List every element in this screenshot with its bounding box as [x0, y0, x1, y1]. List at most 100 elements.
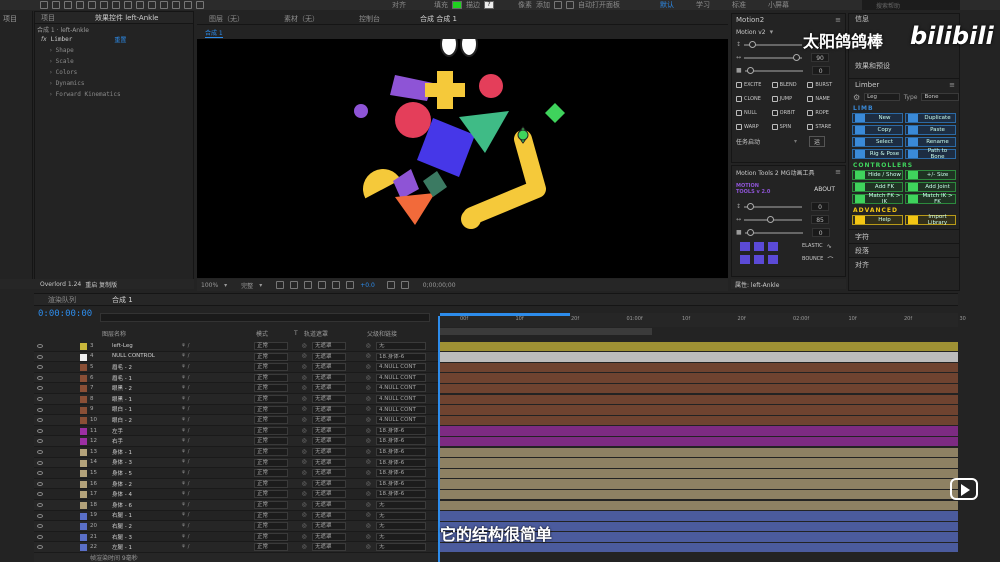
- spiral-icon[interactable]: ◎: [302, 396, 307, 402]
- limber--size-button[interactable]: +/- Size: [905, 170, 956, 180]
- table-row[interactable]: 15 身体 - 5 ⚘ / 正常 ◎ 无遮罩 ◎ 18.身体-6: [34, 468, 438, 479]
- table-row[interactable]: 11 左手 ⚘ / 正常 ◎ 无遮罩 ◎ 18.身体-6: [34, 425, 438, 437]
- col-mode[interactable]: 模式: [256, 329, 268, 338]
- col-track-matte[interactable]: 轨道遮罩: [304, 329, 328, 338]
- table-row[interactable]: 3 left-Leg ⚘ / 正常 ◎ 无遮罩 ◎ 无: [34, 341, 438, 352]
- info-label[interactable]: 信息: [855, 14, 869, 24]
- eye-icon[interactable]: [37, 534, 43, 539]
- limber-path-to-bone-button[interactable]: Path to Bone: [905, 148, 956, 160]
- label-color-swatch[interactable]: [80, 459, 87, 467]
- parent-select[interactable]: 18.身体-6: [376, 352, 426, 361]
- pick-whip-icon[interactable]: ◎: [366, 523, 371, 529]
- label-color-swatch[interactable]: [80, 364, 87, 372]
- pick-whip-icon[interactable]: ◎: [366, 364, 371, 370]
- layer-name[interactable]: 眼黑 - 1: [112, 395, 132, 403]
- layer-search-input[interactable]: [100, 313, 430, 322]
- mt2-slider[interactable]: [744, 202, 803, 210]
- pick-whip-icon[interactable]: ◎: [366, 449, 371, 455]
- mask-icon[interactable]: [318, 281, 327, 289]
- track-matte-select[interactable]: 无遮罩: [312, 373, 346, 382]
- layer-name[interactable]: 眼白 - 2: [112, 416, 132, 424]
- pick-whip-icon[interactable]: ◎: [366, 343, 371, 349]
- parent-select[interactable]: 18.身体-6: [376, 469, 426, 478]
- label-color-swatch[interactable]: [80, 396, 87, 403]
- bounce-button[interactable]: BOUNCE: [802, 256, 823, 262]
- switches-icon[interactable]: ⚘ /: [181, 481, 190, 487]
- pick-whip-icon[interactable]: ◎: [366, 438, 371, 444]
- eye-icon[interactable]: [37, 386, 43, 391]
- spiral-icon[interactable]: ◎: [302, 523, 307, 529]
- motion2-jump-button[interactable]: JUMP: [771, 93, 806, 105]
- label-color-swatch[interactable]: [80, 512, 87, 520]
- home-icon[interactable]: [40, 1, 48, 9]
- parent-select[interactable]: 无: [376, 532, 426, 541]
- parent-select[interactable]: 18.身体-6: [376, 479, 426, 488]
- layer-duration-bar[interactable]: [440, 479, 958, 489]
- fx-group-3[interactable]: › Dynamics: [35, 78, 193, 89]
- layer-name[interactable]: 身体 - 1: [112, 448, 132, 456]
- tab-footage[interactable]: 素材（无）: [284, 14, 319, 24]
- pick-whip-icon[interactable]: ◎: [366, 491, 371, 497]
- timeline-timecode[interactable]: 0:00:00:00: [38, 309, 92, 319]
- eye-icon[interactable]: [37, 492, 43, 497]
- parent-select[interactable]: 无: [376, 511, 426, 520]
- layer-name[interactable]: 身体 - 4: [112, 490, 132, 498]
- character-label[interactable]: 字符: [855, 232, 869, 242]
- eye-icon[interactable]: [37, 397, 43, 401]
- limber-help-button[interactable]: Help: [852, 215, 903, 225]
- transparency-icon[interactable]: [304, 281, 313, 289]
- label-color-swatch[interactable]: [80, 480, 87, 488]
- track-matte-select[interactable]: 无遮罩: [312, 437, 346, 446]
- pick-whip-icon[interactable]: ◎: [366, 512, 371, 518]
- limber-rename-button[interactable]: Rename: [905, 137, 956, 147]
- label-color-swatch[interactable]: [80, 438, 87, 446]
- pick-whip-icon[interactable]: ◎: [366, 406, 371, 412]
- layer-name[interactable]: 右腿 - 3: [112, 533, 132, 541]
- spiral-icon[interactable]: ◎: [302, 375, 307, 381]
- blend-mode-select[interactable]: 正常: [254, 426, 288, 435]
- spiral-icon[interactable]: ◎: [302, 343, 307, 349]
- limber-duplicate-button[interactable]: Duplicate: [905, 113, 956, 123]
- pick-whip-icon[interactable]: ◎: [366, 481, 371, 487]
- table-row[interactable]: 12 右手 ⚘ / 正常 ◎ 无遮罩 ◎ 18.身体-6: [34, 436, 438, 447]
- switches-icon[interactable]: ⚘ /: [181, 428, 190, 434]
- menu-icon[interactable]: ≡: [949, 81, 955, 89]
- switches-icon[interactable]: ⚘ /: [181, 396, 190, 402]
- switches-icon[interactable]: ⚘ /: [181, 385, 190, 391]
- table-row[interactable]: 8 眼黑 - 1 ⚘ / 正常 ◎ 无遮罩 ◎ 4.NULL CONT: [34, 394, 438, 405]
- motion2-value-field[interactable]: 0: [811, 66, 830, 75]
- limber-select-button[interactable]: Select: [852, 137, 903, 147]
- motion2-blend-button[interactable]: BLEND: [771, 79, 806, 91]
- track-matte-select[interactable]: 无遮罩: [312, 532, 346, 541]
- switches-icon[interactable]: ⚘ /: [181, 364, 190, 370]
- eye-icon[interactable]: [37, 365, 43, 370]
- tab-effect-controls[interactable]: 效果控件 left-Ankle: [95, 13, 158, 23]
- track-matte-select[interactable]: 无遮罩: [312, 469, 346, 478]
- spiral-icon[interactable]: ◎: [302, 417, 307, 423]
- spiral-icon[interactable]: ◎: [302, 438, 307, 444]
- tab-render-queue[interactable]: 渲染队列: [48, 295, 76, 305]
- switches-icon[interactable]: ⚘ /: [181, 406, 190, 412]
- eraser-tool-icon[interactable]: [184, 1, 192, 9]
- spiral-icon[interactable]: ◎: [302, 364, 307, 370]
- table-row[interactable]: 16 身体 - 2 ⚘ / 正常 ◎ 无遮罩 ◎ 18.身体-6: [34, 478, 438, 490]
- label-color-swatch[interactable]: [80, 374, 87, 382]
- eye-icon[interactable]: [37, 513, 43, 518]
- color-manage-icon[interactable]: [346, 281, 355, 289]
- switches-icon[interactable]: ⚘ /: [181, 534, 190, 540]
- pick-whip-icon[interactable]: ◎: [366, 534, 371, 540]
- limber-match-ik-fk-button[interactable]: Match IK > FK: [905, 193, 956, 205]
- leg-select[interactable]: Leg: [864, 93, 900, 101]
- region-icon[interactable]: [290, 281, 299, 289]
- layer-duration-bar[interactable]: [440, 447, 958, 458]
- overlord-label[interactable]: Overlord 1.24: [40, 281, 81, 288]
- comp-chip[interactable]: 合成 1: [205, 28, 223, 38]
- align-checkbox-label[interactable]: 对齐: [392, 0, 406, 10]
- track-matte-select[interactable]: 无遮罩: [312, 363, 346, 372]
- menu-icon[interactable]: ≡: [835, 16, 841, 24]
- col-t[interactable]: T: [294, 330, 298, 337]
- col-parent[interactable]: 父级和链接: [367, 329, 397, 338]
- eye-icon[interactable]: [37, 503, 43, 507]
- blend-mode-select[interactable]: 正常: [254, 405, 288, 414]
- blend-mode-select[interactable]: 正常: [254, 511, 288, 520]
